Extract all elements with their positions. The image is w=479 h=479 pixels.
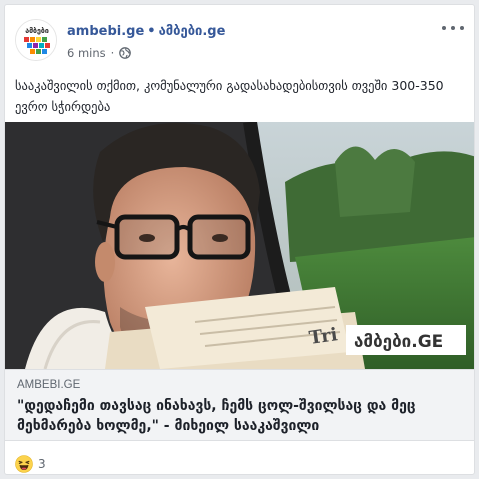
post-timestamp[interactable]: 6 mins xyxy=(67,46,106,60)
watermark-text: ამბები.GE xyxy=(354,332,443,352)
ambebi-watermark: ამბები.GE xyxy=(346,325,466,355)
link-preview[interactable]: AMBEBI.GE "დედაჩემი თავსაც ინახავს, ჩემს… xyxy=(5,369,474,441)
page-name-line: ambebi.ge • ამბები.ge xyxy=(67,24,225,39)
more-options-button[interactable] xyxy=(442,21,464,35)
reactions-bar[interactable]: 3 xyxy=(15,455,46,473)
newspaper-text: Tri xyxy=(308,324,339,349)
post-text: სააკაშვილის თქმით, კომუნალური გადასახადე… xyxy=(15,78,444,114)
post-header: ამბები ambebi.ge • ამბები.ge 6 mins · xyxy=(5,5,474,67)
post-meta: 6 mins · xyxy=(67,46,132,60)
link-domain: AMBEBI.GE xyxy=(17,379,81,391)
name-separator: • xyxy=(147,24,156,39)
haha-icon[interactable] xyxy=(15,455,33,473)
link-title[interactable]: "დედაჩემი თავსაც ინახავს, ჩემს ცოლ-შვილს… xyxy=(17,396,462,436)
page-name-link[interactable]: ambebi.ge xyxy=(67,24,144,39)
ellipsis-icon xyxy=(451,26,455,30)
globe-icon[interactable] xyxy=(119,47,132,59)
post-card: ამბები ambebi.ge • ამბები.ge 6 mins · სა… xyxy=(4,4,475,475)
page-avatar[interactable]: ამბები xyxy=(15,19,57,61)
reaction-count[interactable]: 3 xyxy=(38,457,46,471)
ambebi-logo-icon: ამბები xyxy=(16,20,56,60)
ellipsis-icon xyxy=(460,26,464,30)
meta-separator: · xyxy=(110,46,115,60)
page-name-alt-link[interactable]: ამბები.ge xyxy=(159,24,226,39)
svg-text:ამბები: ამბები xyxy=(25,27,49,35)
post-photo[interactable]: Tri ამბები.GE xyxy=(5,122,474,369)
ellipsis-icon xyxy=(442,26,446,30)
